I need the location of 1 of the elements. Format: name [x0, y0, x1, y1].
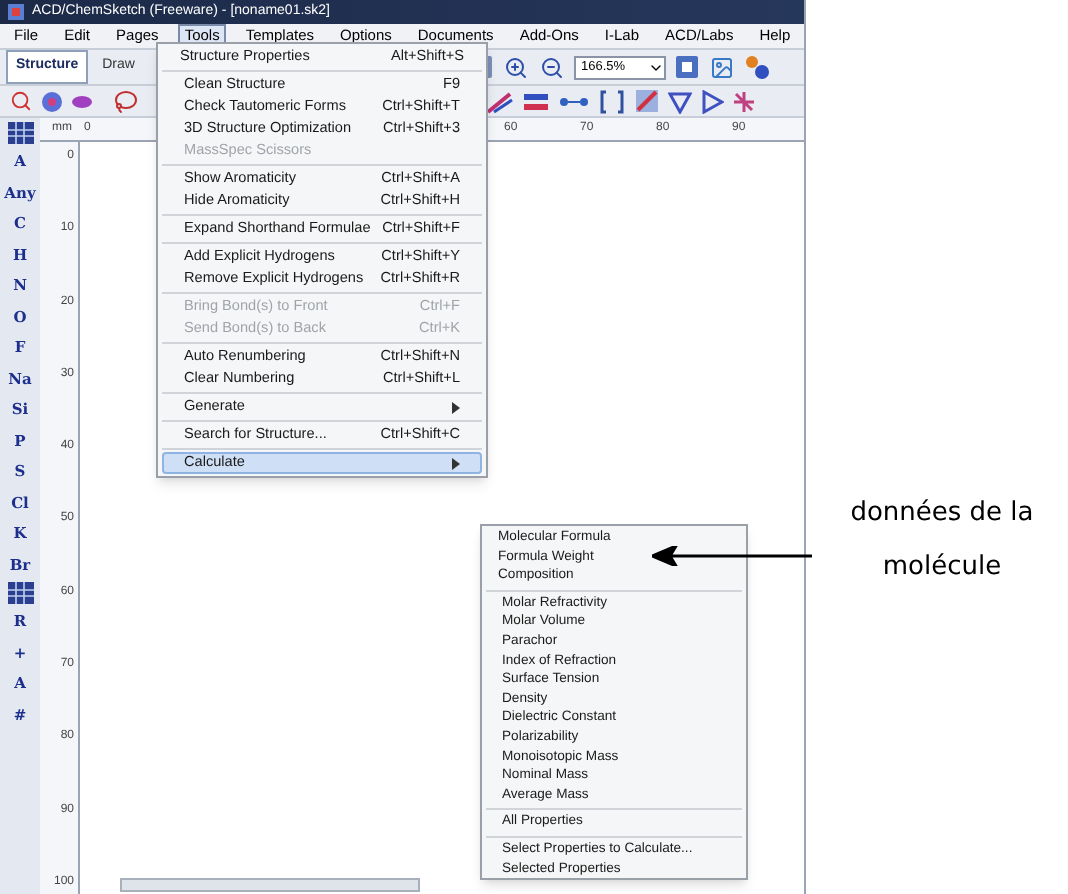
annotation-text: données de la molécule	[848, 496, 1036, 586]
